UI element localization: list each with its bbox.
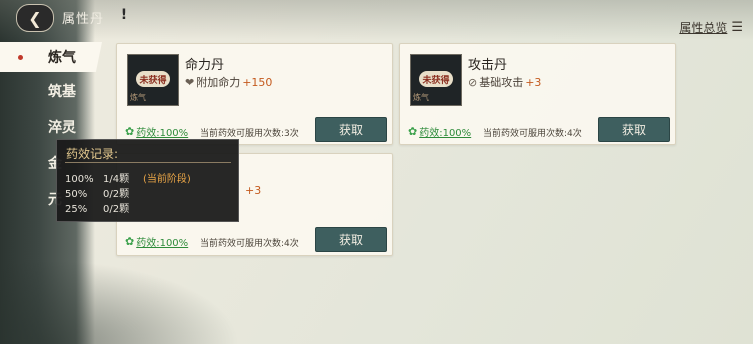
tooltip-title: 药效记录: bbox=[66, 147, 119, 161]
back-button[interactable]: ❮ bbox=[16, 4, 54, 32]
stage-tag: 炼气 bbox=[130, 93, 146, 102]
ink-wash-bottom-decoration bbox=[0, 260, 240, 344]
pill-effect: +3 bbox=[245, 184, 261, 197]
potency-link[interactable]: ✿ 药效:100% bbox=[125, 234, 188, 249]
sidebar-item-label: 淬灵 bbox=[48, 120, 76, 136]
row-percent: 50% bbox=[65, 189, 88, 200]
get-button[interactable]: 获取 bbox=[315, 117, 387, 142]
potency-record-tooltip: 药效记录: 100% 1/4颗 (当前阶段) 50% 0/2颗 25% 0/2颗 bbox=[56, 139, 239, 222]
row-count: 0/2颗 bbox=[103, 189, 130, 200]
potency-link[interactable]: ✿ 药效:100% bbox=[125, 124, 188, 139]
potency-label: 药效:100% bbox=[136, 128, 189, 139]
pill-card-mingli: 未获得 炼气 命力丹 ❤ 附加命力 +150 ✿ 药效:100% 当前药效可服用… bbox=[116, 43, 393, 145]
uses-remaining: 当前药效可服用次数:4次 bbox=[483, 129, 582, 139]
sidebar-item-lianqi[interactable]: 炼气 bbox=[0, 42, 102, 72]
pill-name: 攻击丹 bbox=[468, 58, 508, 73]
uses-remaining: 当前药效可服用次数:3次 bbox=[200, 129, 299, 139]
get-button[interactable]: 获取 bbox=[598, 117, 670, 142]
tooltip-row: 50% 0/2颗 bbox=[65, 185, 137, 200]
get-button[interactable]: 获取 bbox=[315, 227, 387, 252]
effect-bonus: +150 bbox=[242, 75, 273, 89]
page-title: 属性丹 bbox=[62, 12, 105, 27]
pill-thumbnail[interactable]: 未获得 炼气 bbox=[410, 54, 462, 106]
potency-label: 药效:100% bbox=[419, 128, 472, 139]
flame-icon: ✿ bbox=[125, 235, 135, 248]
row-count: 1/4颗 bbox=[103, 174, 130, 185]
exclamation-icon[interactable]: ! bbox=[112, 6, 136, 24]
sidebar-item-zhuji[interactable]: 筑基 bbox=[0, 76, 100, 106]
not-obtained-seal: 未获得 bbox=[419, 71, 453, 87]
heart-icon: ❤ bbox=[185, 75, 195, 89]
pill-name: 命力丹 bbox=[185, 58, 225, 73]
pill-thumbnail[interactable]: 未获得 炼气 bbox=[127, 54, 179, 106]
sidebar-item-cuiling[interactable]: 淬灵 bbox=[0, 112, 100, 142]
uses-remaining: 当前药效可服用次数:4次 bbox=[200, 239, 299, 249]
effect-label: 基础攻击 bbox=[479, 76, 524, 89]
pill-effect: ⊘ 基础攻击 +3 bbox=[468, 74, 541, 90]
attribute-overview-button[interactable]: 属性总览 ☰ bbox=[679, 19, 743, 36]
tooltip-row: 25% 0/2颗 bbox=[65, 200, 137, 215]
current-stage-note: (当前阶段) bbox=[143, 174, 191, 185]
active-dot-icon bbox=[18, 55, 23, 60]
pill-effect: ❤ 附加命力 +150 bbox=[185, 74, 272, 90]
pill-card-gongji: 未获得 炼气 攻击丹 ⊘ 基础攻击 +3 ✿ 药效:100% 当前药效可服用次数… bbox=[399, 43, 676, 145]
tooltip-divider bbox=[65, 162, 231, 163]
effect-bonus: +3 bbox=[245, 184, 262, 197]
sidebar-item-label: 炼气 bbox=[48, 50, 76, 66]
flame-icon: ✿ bbox=[408, 125, 418, 138]
effect-label: 附加命力 bbox=[196, 76, 241, 89]
row-percent: 100% bbox=[65, 174, 94, 185]
slash-icon: ⊘ bbox=[468, 75, 478, 89]
row-percent: 25% bbox=[65, 204, 88, 215]
effect-bonus: +3 bbox=[525, 75, 542, 89]
row-count: 0/2颗 bbox=[103, 204, 130, 215]
back-arrow-icon: ❮ bbox=[28, 8, 42, 28]
not-obtained-seal: 未获得 bbox=[136, 71, 170, 87]
flame-icon: ✿ bbox=[125, 125, 135, 138]
sidebar-item-label: 筑基 bbox=[48, 84, 76, 100]
stage-tag: 炼气 bbox=[413, 93, 429, 102]
potency-label: 药效:100% bbox=[136, 238, 189, 249]
list-icon: ☰ bbox=[731, 20, 743, 35]
attribute-overview-label: 属性总览 bbox=[679, 21, 728, 35]
tooltip-row: 100% 1/4颗 (当前阶段) bbox=[65, 170, 191, 185]
potency-link[interactable]: ✿ 药效:100% bbox=[408, 124, 471, 139]
